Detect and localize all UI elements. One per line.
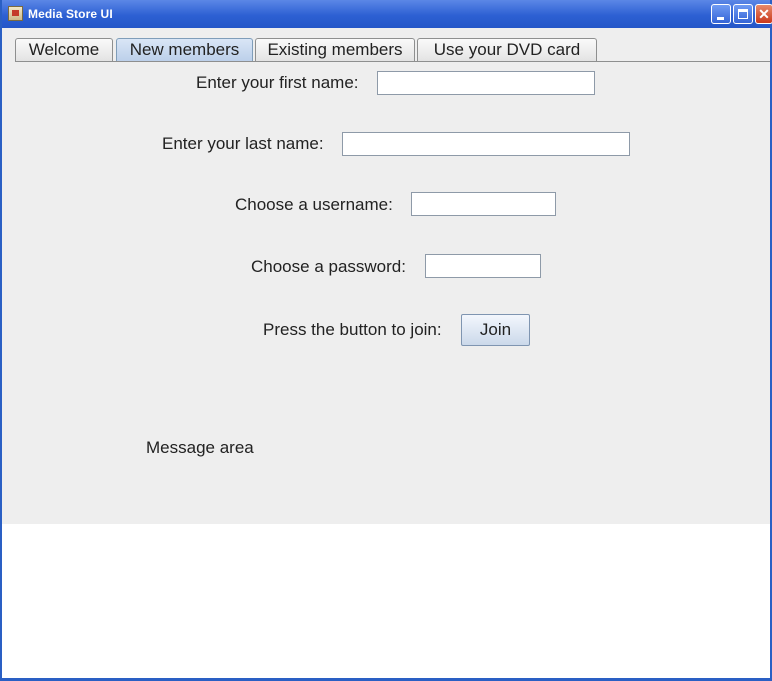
minimize-icon — [717, 17, 724, 20]
username-label: Choose a username: — [235, 195, 393, 214]
app-window: Media Store UI ✕ Welcome New members Exi… — [0, 0, 772, 681]
tab-strip: Welcome New members Existing members Use… — [2, 28, 770, 62]
close-button[interactable]: ✕ — [755, 4, 772, 24]
password-label: Choose a password: — [251, 257, 406, 276]
last-name-label: Enter your last name: — [162, 134, 324, 153]
tab-new-members[interactable]: New members — [116, 38, 253, 61]
title-bar[interactable]: Media Store UI ✕ — [2, 0, 772, 28]
last-name-field[interactable] — [342, 132, 630, 156]
new-members-panel: Enter your first name: Enter your last n… — [2, 62, 770, 524]
first-name-label: Enter your first name: — [196, 73, 359, 92]
tab-welcome[interactable]: Welcome — [15, 38, 113, 61]
first-name-field[interactable] — [377, 71, 595, 95]
maximize-button[interactable] — [733, 4, 753, 24]
app-icon[interactable] — [8, 6, 23, 21]
close-icon: ✕ — [758, 6, 770, 22]
join-button[interactable]: Join — [461, 314, 530, 346]
tab-existing-members[interactable]: Existing members — [255, 38, 415, 61]
join-prompt-label: Press the button to join: — [263, 320, 442, 339]
password-field[interactable] — [425, 254, 541, 278]
maximize-icon — [738, 9, 748, 19]
tab-use-dvd-card[interactable]: Use your DVD card — [417, 38, 597, 61]
window-title: Media Store UI — [28, 7, 113, 21]
username-field[interactable] — [411, 192, 556, 216]
message-area: Message area — [146, 438, 254, 457]
minimize-button[interactable] — [711, 4, 731, 24]
